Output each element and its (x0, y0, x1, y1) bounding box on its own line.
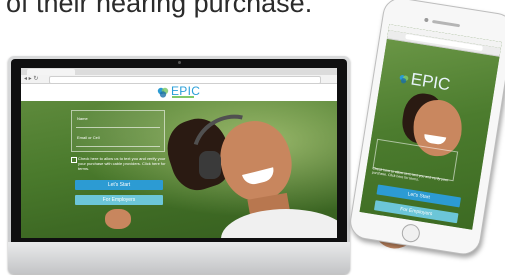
epic-logo-icon (157, 87, 169, 98)
consent-checkbox[interactable] (71, 157, 77, 163)
hero-hand (105, 209, 131, 229)
headline-text: of their hearing purchase. (6, 0, 313, 18)
iphone-device: EPIC Check here to allow us to text you … (347, 0, 505, 257)
lets-start-button[interactable]: Let's Start (75, 180, 163, 190)
email-field[interactable]: Email or Cell (76, 132, 160, 147)
hero-image: Name Email or Cell Check here to allow u… (21, 101, 337, 238)
mobile-epic-logo-icon (399, 75, 409, 84)
back-forward-icon[interactable]: ◂ ▸ ↻ (24, 75, 38, 83)
imac-chin (8, 242, 350, 274)
email-label: Email or Cell (77, 135, 100, 140)
logo-underline (172, 96, 194, 98)
camera-icon (178, 61, 181, 64)
desktop-browser-window: ◂ ▸ ↻ EPIC Name Email or Cell Check here… (21, 68, 337, 238)
headphone-cup (199, 151, 221, 179)
signup-form: Name Email or Cell (71, 110, 165, 152)
browser-tab-bar (21, 68, 337, 75)
url-input[interactable] (49, 76, 321, 84)
imac-device: ◂ ▸ ↻ EPIC Name Email or Cell Check here… (8, 56, 350, 274)
for-employers-button[interactable]: For Employers (75, 195, 163, 205)
consent-text: Check here to allow us to text you and v… (78, 156, 166, 171)
site-header: EPIC (21, 84, 337, 101)
name-label: Name (77, 116, 88, 121)
browser-address-bar: ◂ ▸ ↻ (21, 75, 337, 84)
mobile-brand-logo-text[interactable]: EPIC (409, 69, 451, 94)
name-field[interactable]: Name (76, 113, 160, 128)
